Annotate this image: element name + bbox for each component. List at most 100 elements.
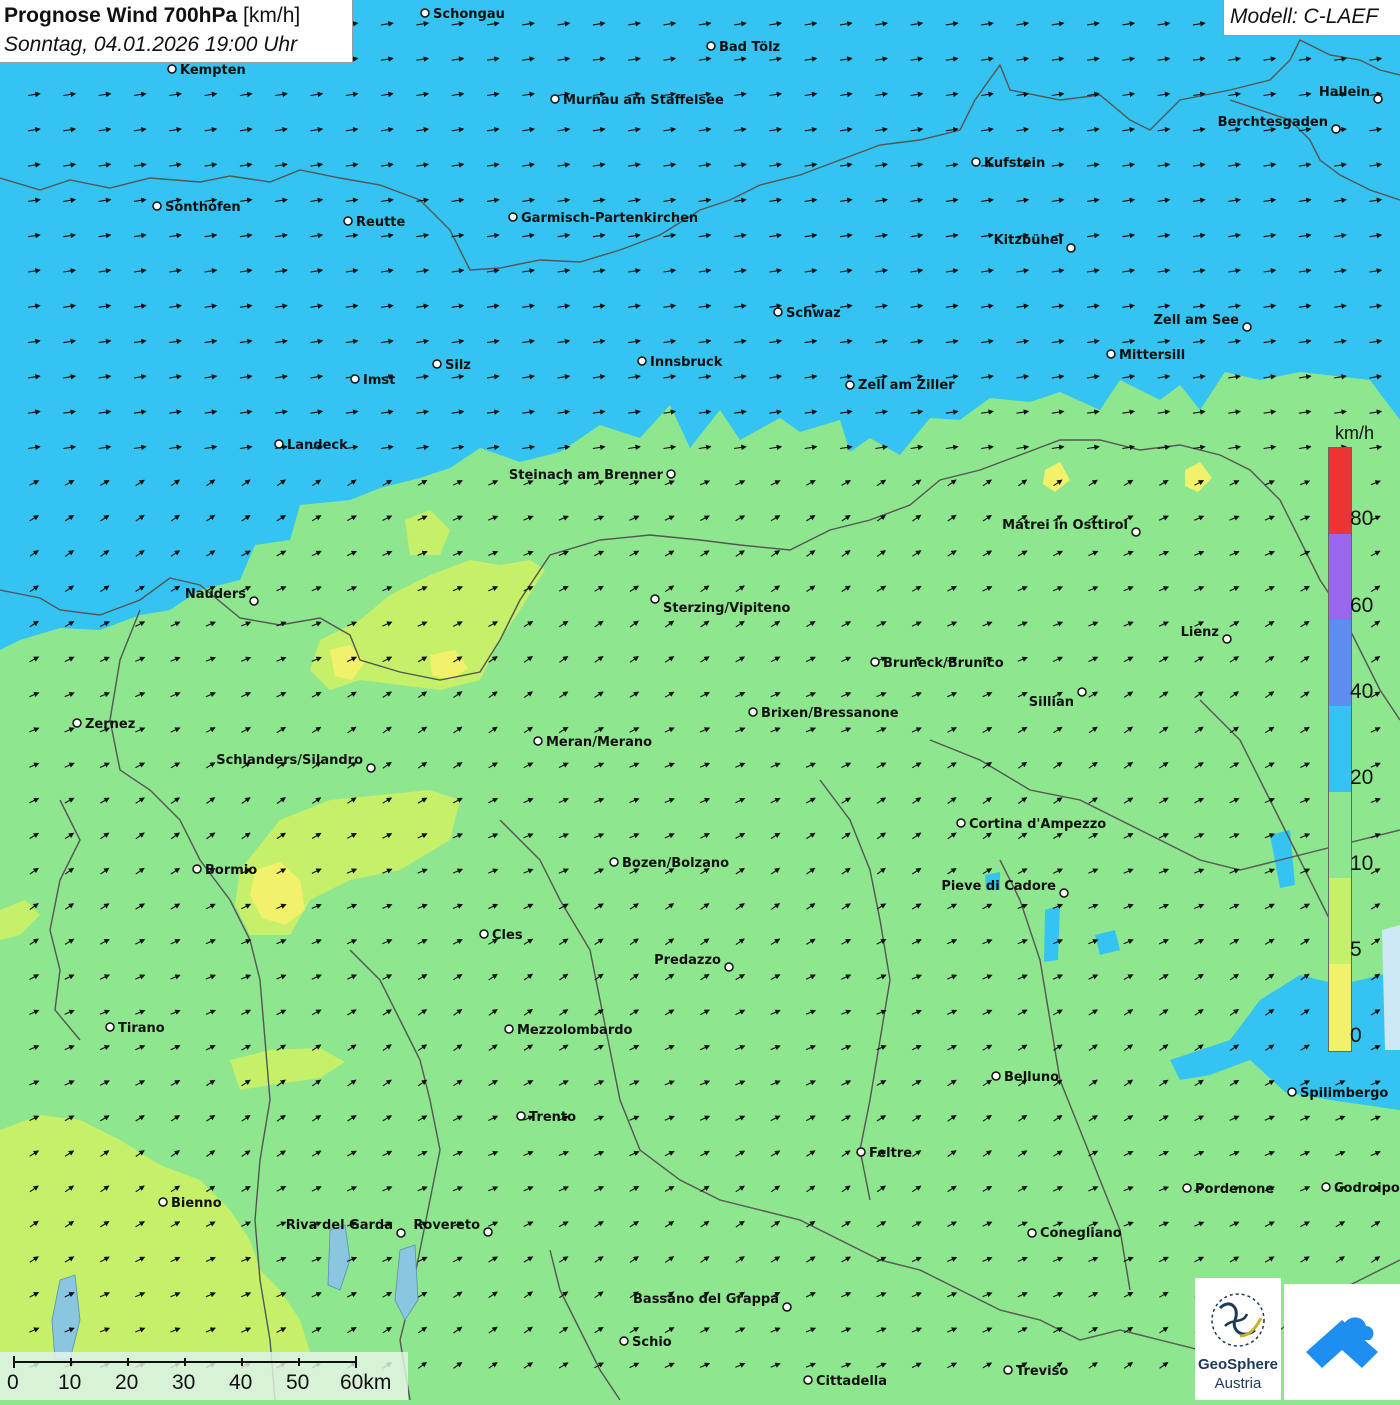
city-label: Schio: [632, 1335, 672, 1350]
city-marker: [152, 201, 162, 211]
geosphere-logo-line2: Austria: [1214, 1375, 1262, 1392]
city-marker: [971, 157, 981, 167]
city-label: Bozen/Bolzano: [622, 856, 729, 871]
city-marker: [1131, 527, 1141, 537]
city-label: Bassano del Grappa: [633, 1292, 779, 1307]
city-label: Landeck: [287, 438, 348, 453]
city-marker: [479, 929, 489, 939]
city-label: Silz: [445, 358, 471, 373]
city-label: Rovereto: [413, 1218, 480, 1233]
city-marker: [1287, 1087, 1297, 1097]
city-label: Treviso: [1016, 1364, 1068, 1379]
legend-label-40: 40: [1350, 680, 1374, 703]
city-marker: [666, 469, 676, 479]
city-label: Imst: [363, 373, 395, 388]
city-marker: [856, 1147, 866, 1157]
scale-label: 40: [229, 1371, 253, 1394]
city-label: Predazzo: [654, 953, 721, 968]
city-label: Meran/Merano: [546, 735, 652, 750]
geosphere-emblem-icon: [1211, 1293, 1265, 1347]
city-marker: [1059, 888, 1069, 898]
geosphere-logo-line1: GeoSphere: [1197, 1356, 1279, 1373]
city-label: Garmisch-Partenkirchen: [521, 211, 698, 226]
city-marker: [516, 1111, 526, 1121]
forecast-date: Sonntag, 04.01.2026 19:00 Uhr: [4, 33, 298, 56]
city-label: Nauders: [185, 587, 246, 602]
city-label: Bienno: [171, 1196, 222, 1211]
city-marker: [1003, 1365, 1013, 1375]
city-label: Innsbruck: [650, 355, 723, 370]
legend-bin-20: [1329, 706, 1351, 792]
city-label: Schlanders/Silandro: [216, 753, 363, 768]
map-title-unit: [km/h]: [243, 4, 301, 27]
city-marker: [1331, 124, 1341, 134]
city-label: Cittadella: [816, 1374, 887, 1389]
legend-bin-0: [1329, 964, 1351, 1051]
title-box: Prognose Wind 700hPa [km/h] Sonntag, 04.…: [0, 0, 353, 63]
city-marker: [637, 356, 647, 366]
scale-label: 50: [286, 1371, 310, 1394]
city-marker: [1222, 634, 1232, 644]
city-marker: [249, 596, 259, 606]
city-marker: [1373, 94, 1383, 104]
city-label: Matrei in Osttirol: [1002, 518, 1128, 533]
city-marker: [533, 736, 543, 746]
city-label: Feltre: [869, 1146, 912, 1161]
city-marker: [748, 707, 758, 717]
color-legend: km/h 80 60 40 20 10 5 0: [1328, 420, 1388, 1055]
legend-label-10: 10: [1350, 852, 1374, 875]
legend-bin-5: [1329, 878, 1351, 964]
city-marker: [508, 212, 518, 222]
weather-app-logo[interactable]: [1284, 1284, 1400, 1400]
city-marker: [366, 763, 376, 773]
city-marker: [619, 1336, 629, 1346]
scale-label: 10: [58, 1371, 82, 1394]
legend-label-0: 0: [1350, 1024, 1362, 1047]
city-label: Zell am See: [1153, 313, 1239, 328]
city-marker: [803, 1375, 813, 1385]
city-label: Kufstein: [984, 156, 1045, 171]
city-label: Belluno: [1004, 1070, 1059, 1085]
scale-ruler: [13, 1356, 357, 1368]
legend-unit: km/h: [1335, 423, 1375, 443]
wind-forecast-map: Schongau Bad Tölz Kempten Murnau am Staffel…: [0, 0, 1400, 1400]
city-label: Mezzolombardo: [517, 1023, 633, 1038]
city-marker: [72, 718, 82, 728]
scale-bar: 0 10 20 30 40 50 60km: [0, 1352, 408, 1400]
city-marker: [432, 359, 442, 369]
city-marker: [773, 307, 783, 317]
city-label: Schwaz: [786, 306, 841, 321]
city-marker: [1027, 1228, 1037, 1238]
weather-app-icon: [1306, 1317, 1378, 1368]
city-marker: [956, 818, 966, 828]
legend-bin-80: [1329, 448, 1351, 534]
city-label: Tirano: [118, 1021, 165, 1036]
city-marker: [991, 1071, 1001, 1081]
city-label: Pordenone: [1195, 1182, 1274, 1197]
city-label: Sonthofen: [165, 200, 241, 215]
city-marker: [870, 657, 880, 667]
city-marker: [1066, 243, 1076, 253]
city-marker: [1106, 349, 1116, 359]
wind-patch-20-40: [1044, 905, 1060, 962]
legend-label-80: 80: [1350, 507, 1374, 530]
geosphere-logo[interactable]: GeoSphere Austria: [1195, 1278, 1281, 1400]
city-marker: [1182, 1183, 1192, 1193]
city-label: Hallein: [1319, 85, 1370, 100]
city-label: Kempten: [180, 63, 246, 78]
city-label: Trento: [529, 1110, 576, 1125]
city-marker: [420, 8, 430, 18]
city-label: Codroipo: [1334, 1181, 1400, 1196]
city-label: Sillian: [1029, 695, 1074, 710]
city-label: Berchtesgaden: [1218, 115, 1328, 130]
city-marker: [350, 374, 360, 384]
legend-bar: [1328, 447, 1352, 1052]
city-marker: [550, 94, 560, 104]
city-label: Bad Tölz: [719, 40, 780, 55]
city-label: Kitzbühel: [994, 233, 1063, 248]
legend-label-60: 60: [1350, 594, 1374, 617]
city-label: Sterzing/Vipiteno: [663, 601, 790, 616]
city-label: Schongau: [433, 7, 505, 22]
city-label: Bormio: [205, 863, 257, 878]
legend-bin-60: [1329, 534, 1351, 620]
